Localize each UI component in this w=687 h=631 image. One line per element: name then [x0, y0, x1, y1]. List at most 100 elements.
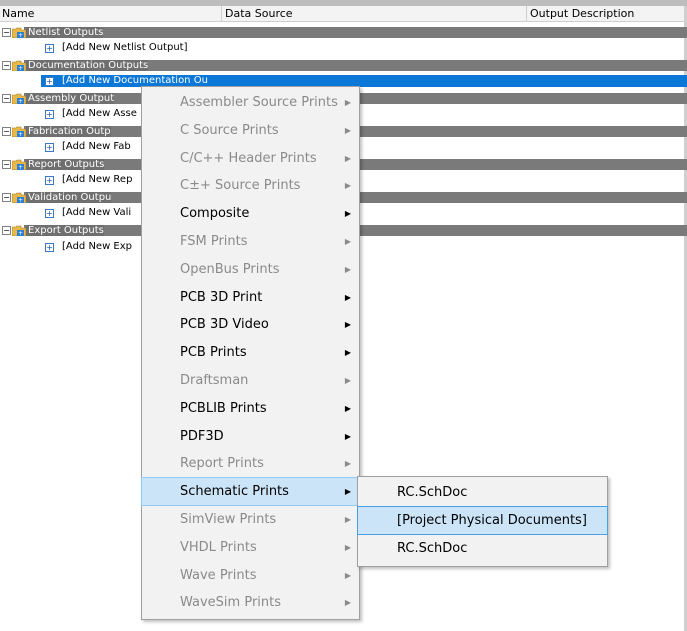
add-icon: +	[45, 77, 54, 86]
submenu-item-label: RC.SchDoc	[397, 485, 468, 500]
submenu-arrow-icon: ▶	[344, 348, 351, 358]
collapse-icon[interactable]: −	[2, 94, 11, 103]
group-label: Export Outputs	[26, 225, 104, 236]
menu-item[interactable]: PCB 3D Video ▶	[142, 311, 359, 338]
collapse-icon[interactable]: −	[2, 61, 11, 70]
add-icon: +	[45, 143, 54, 152]
svg-text:+: +	[18, 32, 23, 38]
menu-item[interactable]: PCB 3D Print ▶	[142, 284, 359, 311]
folder-icon: +	[12, 27, 26, 38]
menu-item[interactable]: Schematic Prints ▶	[141, 477, 360, 507]
submenu-item[interactable]: RC.SchDoc	[358, 535, 607, 562]
menu-item[interactable]: PDF3D ▶	[142, 423, 359, 450]
add-new-output-label: [Add New Asse	[62, 108, 137, 119]
submenu-arrow-icon: ▶	[344, 153, 351, 163]
group-label: Fabrication Outp	[26, 126, 111, 137]
add-icon: +	[45, 110, 54, 119]
folder-icon: +	[12, 159, 26, 170]
submenu-arrow-icon: ▶	[344, 98, 351, 107]
menu-item-label: C±+ Source Prints	[180, 178, 301, 194]
menu-item[interactable]: C±+ Source Prints ▶	[142, 172, 359, 199]
svg-text:+: +	[18, 230, 23, 236]
add-icon: +	[45, 176, 54, 185]
svg-text:+: +	[18, 197, 23, 203]
column-header: Name Data Source Output Description	[0, 6, 687, 22]
submenu-arrow-icon: ▶	[344, 403, 351, 413]
menu-item[interactable]: Assembler Source Prints ▶	[142, 89, 359, 116]
submenu-arrow-icon: ▶	[344, 320, 351, 330]
menu-item[interactable]: WaveSim Prints ▶	[142, 589, 359, 616]
submenu-item-label: RC.SchDoc	[397, 541, 468, 556]
group-label: Assembly Output	[26, 93, 115, 104]
menu-item-label: Wave Prints	[180, 567, 257, 583]
menu-item-label: Assembler Source Prints	[180, 95, 338, 110]
menu-item[interactable]: Wave Prints ▶	[142, 562, 359, 589]
group-row[interactable]: − + Netlist Outputs	[0, 27, 687, 38]
collapse-icon[interactable]: −	[2, 226, 11, 235]
submenu-arrow-icon: ▶	[344, 542, 351, 552]
menu-item[interactable]: C Source Prints ▶	[142, 117, 359, 144]
group-label: Validation Outpu	[26, 192, 112, 203]
menu-item-label: Draftsman	[180, 373, 249, 388]
menu-item-label: PDF3D	[180, 428, 224, 444]
menu-item[interactable]: Draftsman ▶	[142, 367, 359, 394]
submenu-arrow-icon: ▶	[344, 487, 351, 497]
submenu-item[interactable]: [Project Physical Documents]	[357, 506, 608, 535]
group-label: Report Outputs	[26, 159, 105, 170]
submenu-item[interactable]: RC.SchDoc	[358, 479, 607, 506]
collapse-icon[interactable]: −	[2, 193, 11, 202]
submenu-arrow-icon: ▶	[344, 181, 351, 191]
menu-item-label: WaveSim Prints	[180, 595, 282, 611]
column-output-description[interactable]: Output Description	[526, 6, 634, 21]
menu-item[interactable]: OpenBus Prints ▶	[142, 256, 359, 283]
menu-item-label: PCBLIB Prints	[180, 400, 267, 416]
menu-item[interactable]: FSM Prints ▶	[142, 228, 359, 255]
menu-item-label: Report Prints	[180, 456, 264, 472]
menu-item-label: SimView Prints	[180, 512, 277, 527]
add-icon: +	[45, 243, 54, 252]
submenu-arrow-icon: ▶	[344, 264, 351, 274]
menu-item[interactable]: PCBLIB Prints ▶	[142, 395, 359, 422]
schematic-prints-submenu: RC.SchDoc [Project Physical Documents] RC.…	[357, 476, 608, 567]
group-row[interactable]: − + Documentation Outputs	[0, 60, 687, 71]
column-name[interactable]: Name	[2, 6, 34, 21]
add-icon: +	[45, 44, 54, 53]
group-bar	[24, 27, 687, 38]
menu-item-label: C/C++ Header Prints	[180, 150, 317, 166]
context-menu: Assembler Source Prints ▶ C Source Prints ▶…	[141, 86, 360, 620]
folder-icon: +	[12, 93, 26, 104]
folder-icon: +	[12, 192, 26, 203]
menu-item-label: FSM Prints	[180, 234, 248, 249]
collapse-icon[interactable]: −	[2, 28, 11, 37]
column-data-source[interactable]: Data Source	[221, 6, 293, 21]
menu-item[interactable]: C/C++ Header Prints ▶	[142, 145, 359, 172]
submenu-arrow-icon: ▶	[344, 292, 351, 302]
collapse-icon[interactable]: −	[2, 127, 11, 136]
menu-item[interactable]: VHDL Prints ▶	[142, 534, 359, 561]
menu-item[interactable]: PCB Prints ▶	[142, 339, 359, 366]
submenu-arrow-icon: ▶	[344, 515, 351, 524]
menu-item[interactable]: Composite ▶	[142, 200, 359, 227]
submenu-arrow-icon: ▶	[344, 237, 351, 246]
submenu-item-label: [Project Physical Documents]	[397, 513, 587, 528]
menu-item[interactable]: SimView Prints ▶	[142, 506, 359, 533]
menu-item-label: OpenBus Prints	[180, 261, 280, 277]
svg-text:+: +	[18, 65, 23, 71]
menu-item[interactable]: Report Prints ▶	[142, 450, 359, 477]
group-label: Documentation Outputs	[26, 60, 149, 71]
menu-item-label: Composite	[180, 206, 250, 222]
folder-icon: +	[12, 225, 26, 236]
menu-item-label: PCB Prints	[180, 345, 247, 361]
menu-item-label: VHDL Prints	[180, 539, 257, 555]
add-new-output-label: [Add New Exp	[62, 241, 133, 252]
submenu-arrow-icon: ▶	[344, 459, 351, 469]
menu-item-label: Schematic Prints	[180, 484, 289, 500]
add-new-output-label: [Add New Netlist Output]	[62, 42, 188, 53]
add-new-output-label: [Add New Rep	[62, 174, 133, 185]
svg-text:+: +	[18, 98, 23, 104]
svg-text:+: +	[18, 164, 23, 170]
collapse-icon[interactable]: −	[2, 160, 11, 169]
menu-item-label: C Source Prints	[180, 122, 279, 138]
submenu-arrow-icon: ▶	[344, 570, 351, 580]
menu-item-label: PCB 3D Video	[180, 317, 269, 333]
